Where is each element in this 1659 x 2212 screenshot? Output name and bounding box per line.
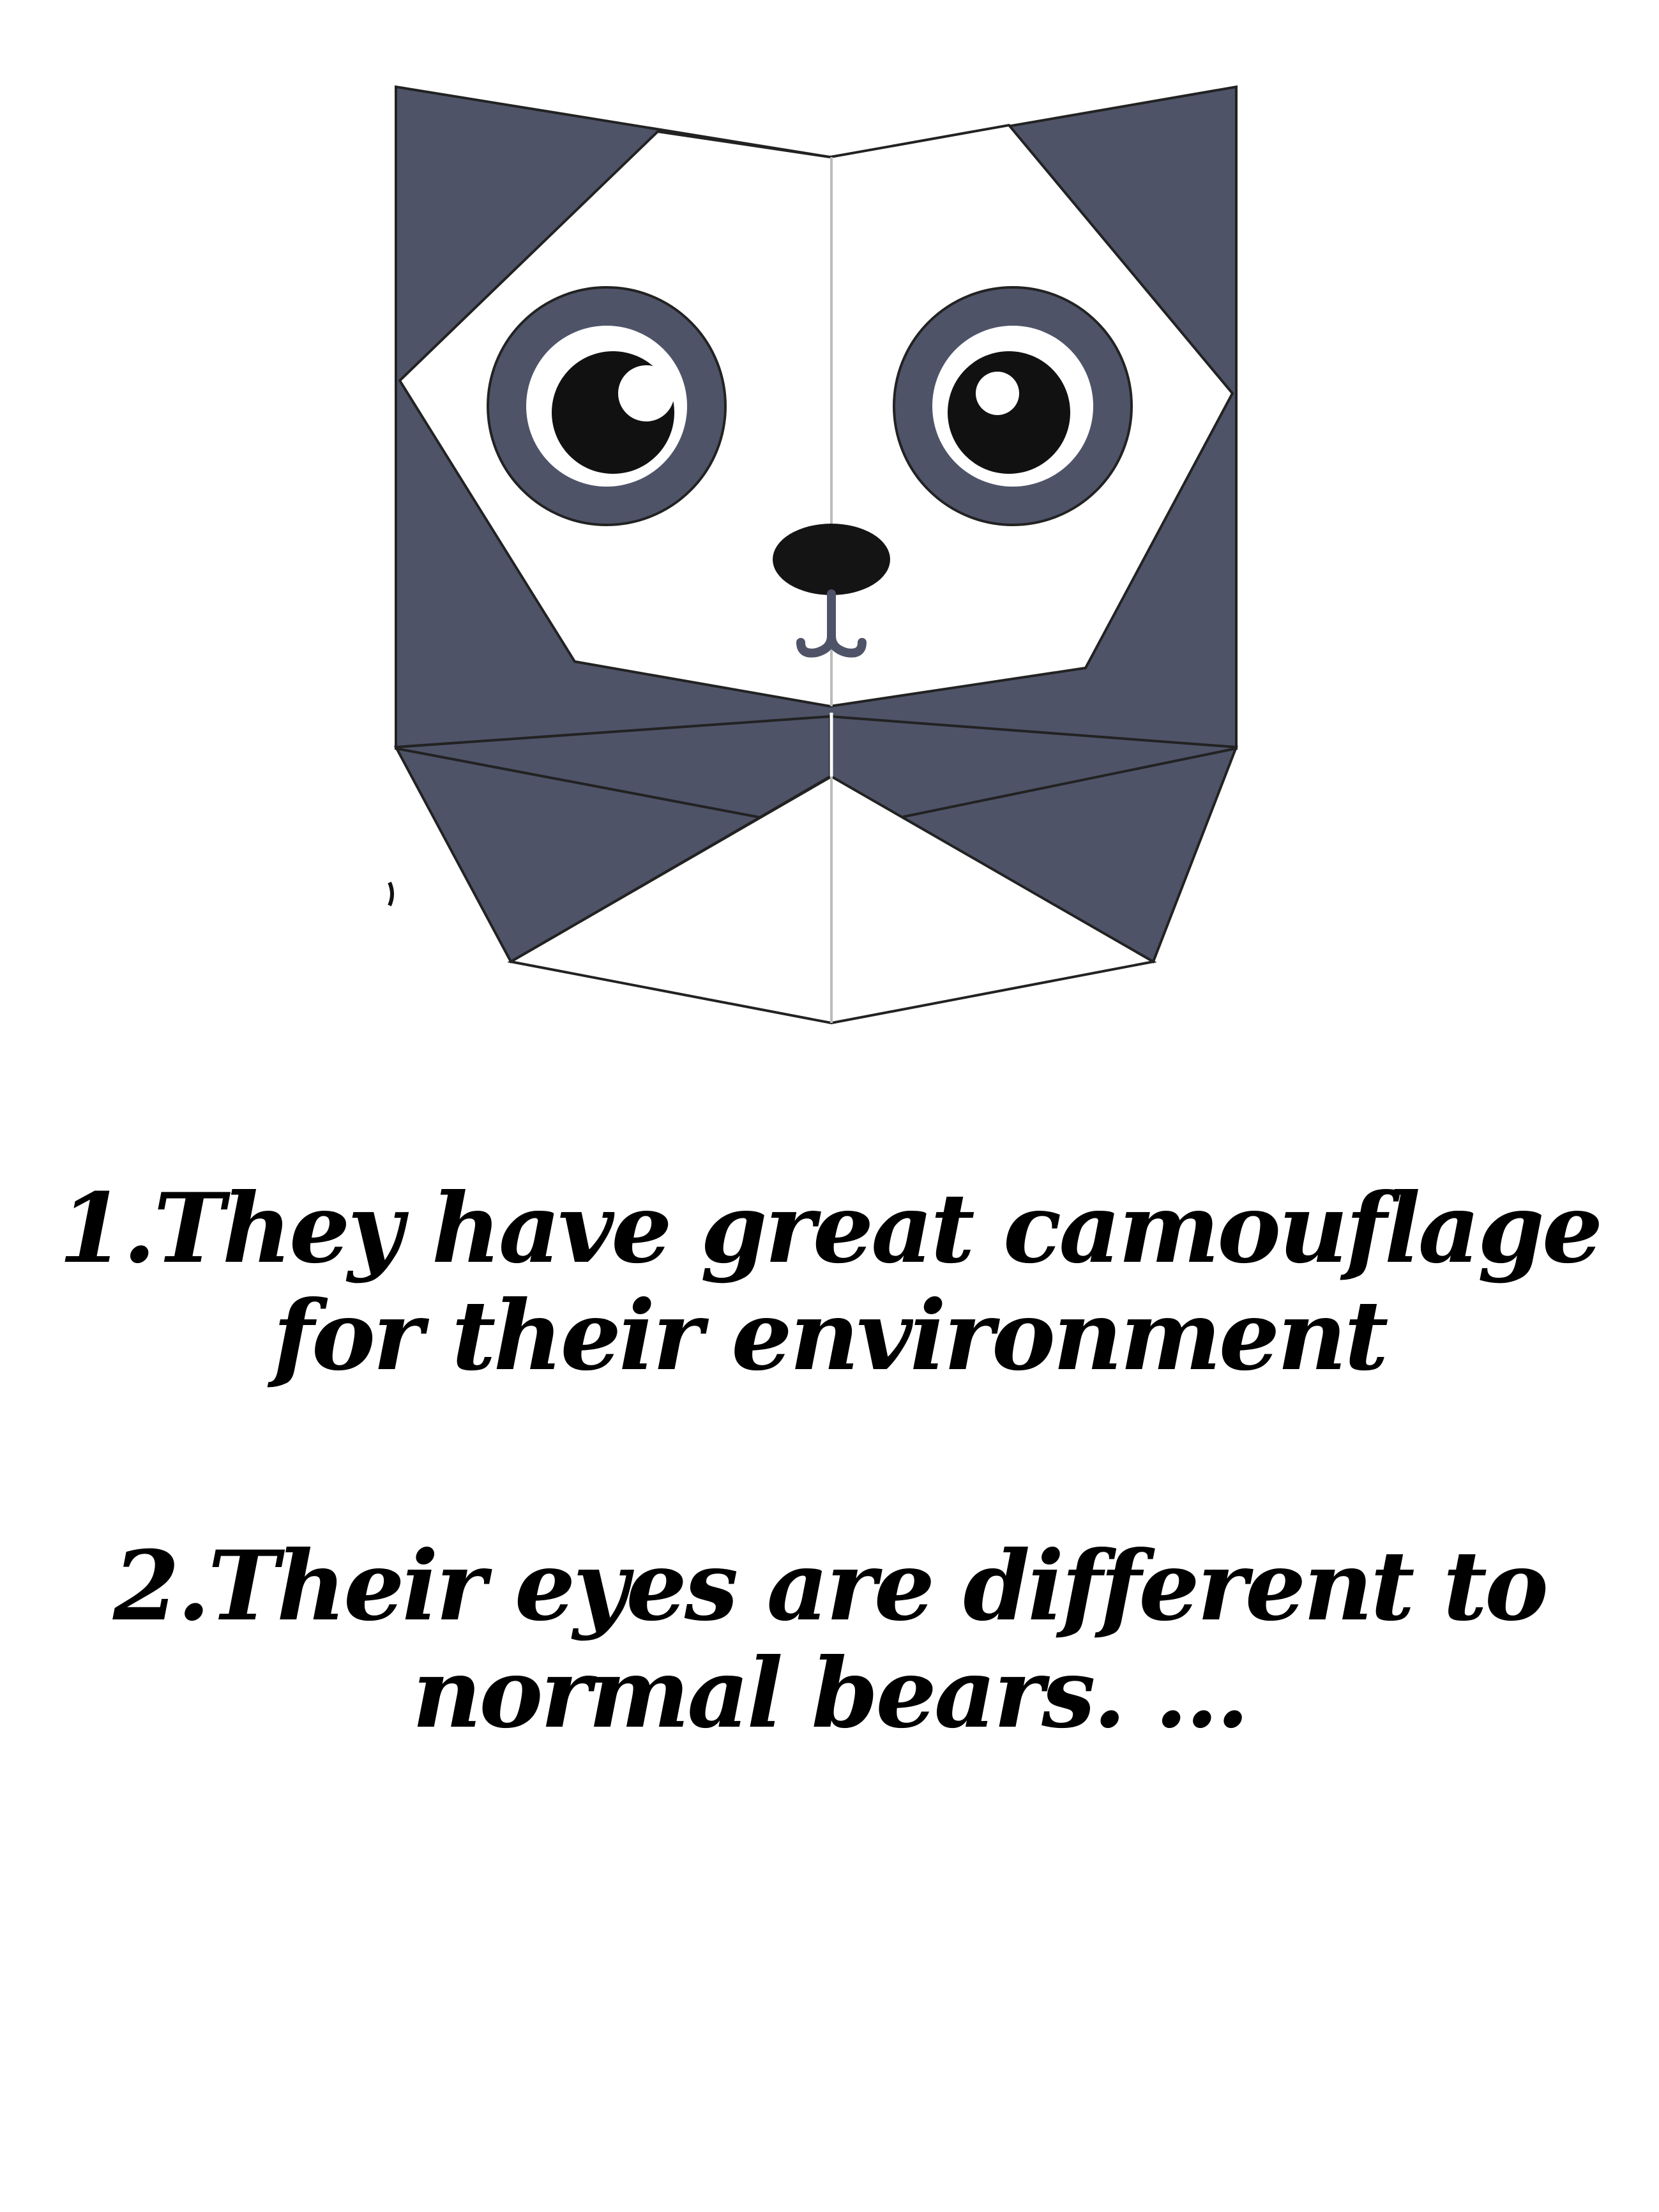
left-eye-highlight [625,372,668,415]
fact-1-text: 1.They have great camouflage for their e… [58,1172,1603,1392]
panda-nose [773,524,890,595]
fact-2-text: 2.Their eyes are different to normal bea… [112,1530,1549,1750]
stray-mark [388,881,394,907]
page-canvas: 1.They have great camouflage for their e… [0,0,1659,2212]
right-eye-highlight [976,372,1019,415]
panda-face-illustration [388,85,1238,1025]
left-eye [487,286,727,526]
